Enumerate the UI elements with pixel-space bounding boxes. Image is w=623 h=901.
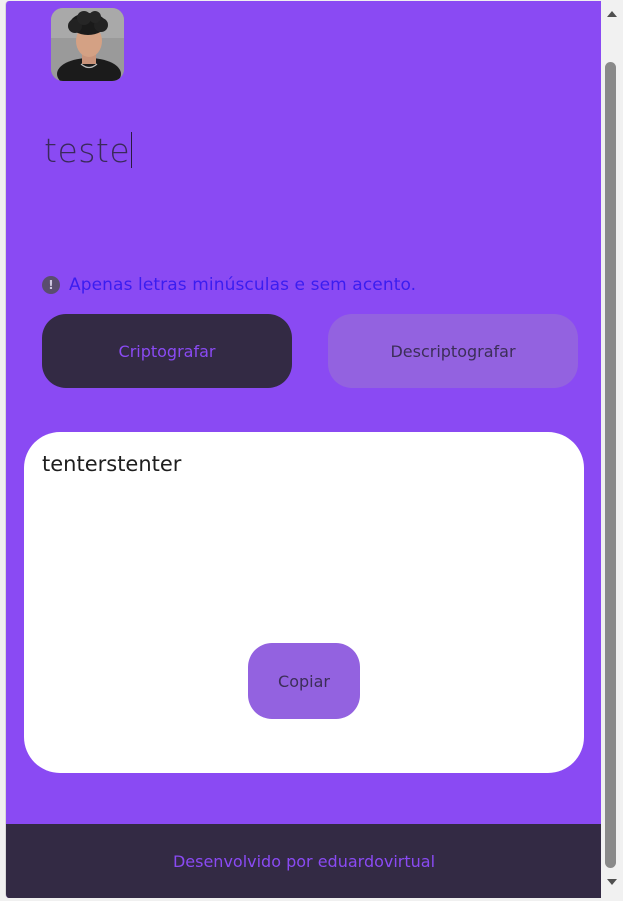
output-text: tenterstenter [42,452,182,476]
encrypt-button[interactable]: Criptografar [42,314,292,388]
avatar [51,8,124,81]
copy-button[interactable]: Copiar [248,643,360,719]
scroll-down-arrow-icon[interactable] [607,879,617,885]
scroll-thumb[interactable] [605,62,616,868]
output-card: tenterstenter Copiar [24,432,584,773]
exclamation-circle-icon: ! [42,276,60,294]
text-caret [131,132,133,168]
avatar-image [51,8,124,81]
hint: ! Apenas letras minúsculas e sem acento. [42,275,416,295]
vertical-scrollbar[interactable] [601,0,623,901]
hint-text: Apenas letras minúsculas e sem acento. [69,275,417,295]
text-input[interactable]: teste [44,131,133,170]
footer-text: Desenvolvido por eduardovirtual [172,851,436,871]
decrypt-button[interactable]: Descriptografar [328,314,578,388]
browser-viewport: teste ! Apenas letras minúsculas e sem a… [0,0,623,901]
text-input-value: teste [44,131,131,170]
footer: Desenvolvido por eduardovirtual [6,824,602,898]
app-page: teste ! Apenas letras minúsculas e sem a… [5,1,602,898]
scroll-up-arrow-icon[interactable] [607,11,617,17]
